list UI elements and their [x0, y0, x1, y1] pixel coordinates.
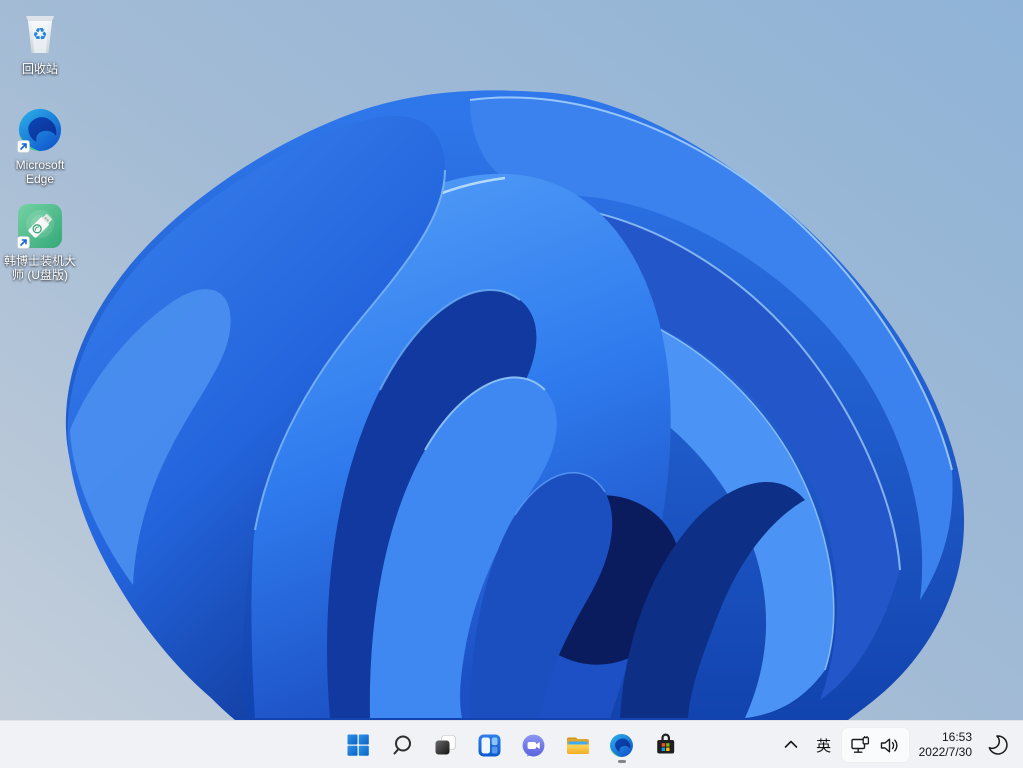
desktop-icon-recycle-bin[interactable]: ♻ 回收站 [2, 6, 78, 101]
quick-settings-button[interactable] [840, 727, 910, 763]
running-app-indicator [617, 760, 626, 763]
edge-swirl-icon [610, 733, 633, 757]
tray-date: 2022/7/30 [918, 745, 972, 759]
shopping-bag-icon [657, 733, 675, 754]
magnifier-icon [393, 735, 411, 755]
system-tray: 英 16:53 2022/7/30 [775, 721, 1015, 768]
desktop-icon-label: Microsoft Edge [15, 158, 65, 186]
taskbar: 英 16:53 2022/7/30 [0, 720, 1023, 768]
edge-button[interactable] [602, 725, 642, 765]
overlapping-squares-icon [435, 735, 456, 755]
desktop-icon-microsoft-edge[interactable]: Microsoft Edge [2, 102, 78, 197]
widgets-board-icon [478, 734, 501, 756]
recycle-bin-icon: ♻ [16, 10, 64, 58]
file-explorer-button[interactable] [558, 725, 598, 765]
microsoft-store-button[interactable] [646, 725, 686, 765]
desktop-icon-label: 回收站 [21, 62, 58, 76]
edge-icon [16, 106, 64, 154]
folder-icon [566, 737, 589, 754]
moon-focus-assist-icon [988, 735, 1008, 755]
widgets-button[interactable] [470, 725, 510, 765]
desktop-wallpaper [0, 0, 1023, 768]
video-chat-icon [522, 734, 545, 757]
desktop-icon-grid: ♻ 回收站 Microsoft Edge 韩博士装机大师 (U盘版) [2, 6, 78, 294]
tray-time: 16:53 [941, 730, 972, 744]
start-button[interactable] [338, 725, 378, 765]
svg-text:♻: ♻ [32, 25, 47, 45]
ethernet-network-icon [850, 735, 869, 753]
hidden-icons-button[interactable] [775, 726, 807, 764]
shortcut-arrow-icon [17, 236, 30, 249]
desktop-icon-hanboshi-installer[interactable]: 韩博士装机大师 (U盘版) [2, 198, 78, 293]
shortcut-arrow-icon [17, 140, 30, 153]
chevron-up-icon [784, 740, 797, 748]
desktop-icon-label: 韩博士装机大师 (U盘版) [3, 254, 76, 282]
chat-button[interactable] [514, 725, 554, 765]
clock-button[interactable]: 16:53 2022/7/30 [912, 726, 979, 764]
ime-language-button[interactable]: 英 [809, 726, 839, 764]
usb-installer-icon [16, 202, 64, 250]
notification-center-button[interactable] [981, 726, 1015, 764]
speaker-volume-icon [880, 738, 898, 752]
search-button[interactable] [382, 725, 422, 765]
windows-logo-icon [347, 734, 369, 756]
task-view-button[interactable] [426, 725, 466, 765]
bloom-artwork [0, 0, 1023, 768]
